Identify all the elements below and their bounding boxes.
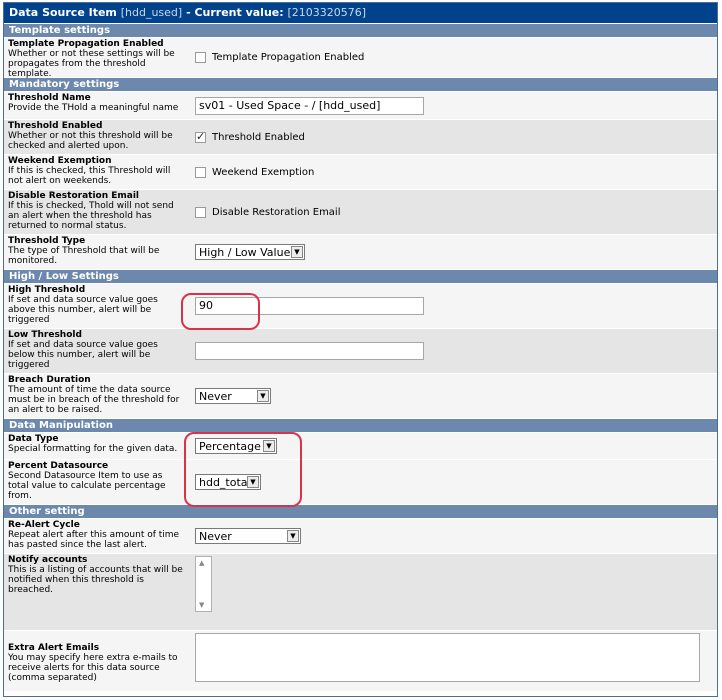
row-data-type: Data Type Special formatting for the giv… (4, 432, 717, 459)
row-threshold-type: Threshold Type The type of Threshold tha… (4, 234, 717, 269)
threshold-type-select[interactable]: High / Low Values ▼ (195, 244, 305, 260)
breach-duration-value: Never (199, 389, 232, 403)
row-threshold-name: Threshold Name Provide the THold a meani… (4, 91, 717, 119)
desc-realert-cycle: Repeat alert after this amount of time h… (8, 530, 180, 550)
row-template-propagation: Template Propagation Enabled Whether or … (4, 37, 717, 79)
disable-restoration-checkbox[interactable] (195, 206, 206, 218)
data-type-value: Percentage (199, 439, 261, 453)
extra-emails-textarea[interactable] (195, 633, 700, 682)
form-title-bar: Data Source Item [hdd_used] - Current va… (4, 3, 717, 23)
weekend-exemption-checkbox[interactable] (195, 166, 206, 178)
row-percent-datasource: Percent Datasource Second Datasource Ite… (4, 459, 717, 504)
row-extra-emails: Extra Alert Emails You may specify here … (4, 630, 717, 691)
desc-extra-emails: You may specify here extra e-mails to re… (8, 653, 178, 683)
title-current-label: - Current value: (186, 6, 284, 19)
template-propagation-checkbox-label[interactable]: Template Propagation Enabled (212, 52, 364, 63)
disable-restoration-checkbox-label[interactable]: Disable Restoration Email (212, 207, 341, 218)
threshold-form: Data Source Item [hdd_used] - Current va… (3, 2, 718, 697)
label-low-threshold: Low Threshold (8, 330, 82, 340)
title-current-value: [2103320576] (287, 6, 367, 19)
data-type-select[interactable]: Percentage ▼ (195, 438, 277, 454)
chevron-down-icon[interactable]: ▼ (257, 390, 269, 402)
chevron-down-icon[interactable]: ▼ (291, 246, 303, 258)
scroll-down-icon[interactable]: ▼ (199, 601, 204, 609)
label-threshold-type: Threshold Type (8, 236, 86, 246)
percent-datasource-value: hdd_total (199, 475, 251, 489)
scroll-up-icon[interactable]: ▲ (199, 559, 204, 567)
row-high-threshold: High Threshold If set and data source va… (4, 283, 717, 328)
low-threshold-input[interactable] (195, 342, 424, 360)
title-prefix: Data Source Item (9, 6, 117, 19)
label-threshold-enabled: Threshold Enabled (8, 121, 103, 131)
row-disable-restoration: Disable Restoration Email If this is che… (4, 189, 717, 234)
label-realert-cycle: Re-Alert Cycle (8, 520, 80, 530)
section-high-low-settings: High / Low Settings (4, 269, 717, 283)
title-item: [hdd_used] (120, 6, 183, 19)
desc-breach-duration: The amount of time the data source must … (8, 385, 180, 415)
section-data-manipulation: Data Manipulation (4, 418, 717, 432)
desc-notify-accounts: This is a listing of accounts that will … (8, 565, 183, 595)
label-breach-duration: Breach Duration (8, 375, 91, 385)
template-propagation-checkbox[interactable] (195, 52, 206, 63)
row-weekend-exemption: Weekend Exemption If this is checked, th… (4, 154, 717, 189)
weekend-exemption-checkbox-label[interactable]: Weekend Exemption (212, 167, 314, 178)
desc-weekend-exemption: If this is checked, this Threshold will … (8, 166, 171, 186)
row-realert-cycle: Re-Alert Cycle Repeat alert after this a… (4, 518, 717, 553)
desc-template-propagation: Whether or not these settings will be pr… (8, 49, 175, 79)
realert-cycle-select[interactable]: Never ▼ (195, 528, 301, 544)
row-low-threshold: Low Threshold If set and data source val… (4, 328, 717, 373)
realert-cycle-value: Never (199, 529, 232, 543)
chevron-down-icon[interactable]: ▼ (287, 530, 299, 542)
desc-threshold-type: The type of Threshold that will be monit… (8, 246, 160, 266)
desc-low-threshold: If set and data source value goes below … (8, 340, 158, 370)
row-breach-duration: Breach Duration The amount of time the d… (4, 373, 717, 418)
label-data-type: Data Type (8, 434, 59, 444)
desc-data-type: Special formatting for the given data. (8, 444, 178, 454)
breach-duration-select[interactable]: Never ▼ (195, 388, 271, 404)
desc-disable-restoration: If this is checked, Thold will not send … (8, 201, 174, 231)
label-threshold-name: Threshold Name (8, 93, 91, 103)
chevron-down-icon[interactable]: ▼ (263, 440, 275, 452)
row-threshold-enabled: Threshold Enabled Whether or not this th… (4, 119, 717, 154)
high-threshold-input[interactable]: 90 (195, 297, 424, 315)
desc-high-threshold: If set and data source value goes above … (8, 295, 158, 325)
label-percent-datasource: Percent Datasource (8, 461, 109, 471)
label-high-threshold: High Threshold (8, 285, 86, 295)
label-extra-emails: Extra Alert Emails (8, 643, 100, 653)
threshold-type-value: High / Low Values (199, 245, 297, 259)
desc-threshold-enabled: Whether or not this threshold will be ch… (8, 131, 173, 151)
chevron-down-icon[interactable]: ▼ (247, 476, 259, 488)
threshold-name-input[interactable]: sv01 - Used Space - / [hdd_used] (195, 96, 424, 115)
threshold-enabled-checkbox-label[interactable]: Threshold Enabled (212, 132, 305, 143)
label-template-propagation: Template Propagation Enabled (8, 39, 164, 49)
section-mandatory-settings: Mandatory settings (4, 77, 717, 91)
section-template-settings: Template settings (4, 23, 717, 37)
desc-threshold-name: Provide the THold a meaningful name (8, 103, 179, 113)
desc-percent-datasource: Second Datasource Item to use as total v… (8, 471, 166, 501)
row-notify-accounts: Notify accounts This is a listing of acc… (4, 553, 717, 630)
label-weekend-exemption: Weekend Exemption (8, 156, 112, 166)
threshold-enabled-checkbox[interactable] (195, 130, 206, 143)
label-disable-restoration: Disable Restoration Email (8, 191, 140, 201)
notify-accounts-listbox[interactable]: ▲ ▼ (195, 556, 212, 612)
section-other-setting: Other setting (4, 504, 717, 518)
percent-datasource-select[interactable]: hdd_total ▼ (195, 474, 261, 490)
label-notify-accounts: Notify accounts (8, 555, 88, 565)
